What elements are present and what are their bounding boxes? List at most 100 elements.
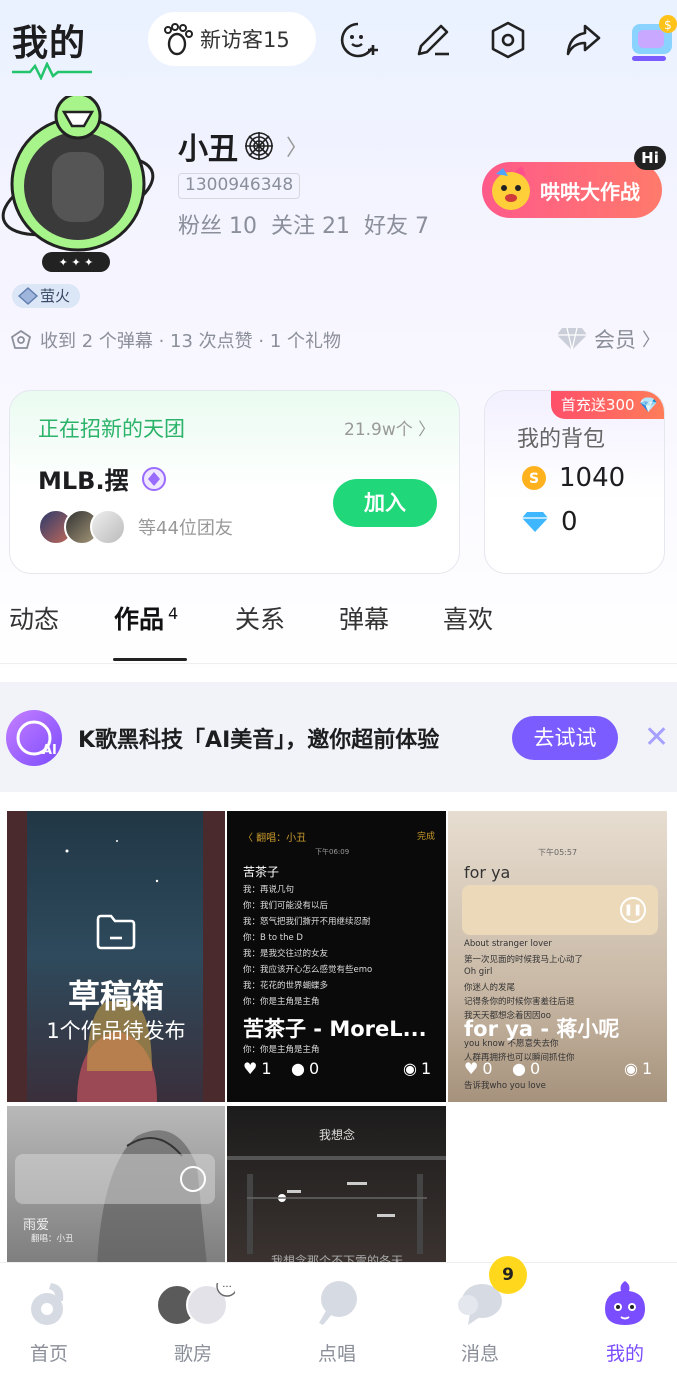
chat-add-button[interactable] bbox=[336, 18, 380, 62]
team-members-text: 等44位团友 bbox=[138, 518, 233, 539]
work-title: for ya - 蒋小呢 bbox=[464, 1017, 620, 1041]
work-tile-woxiangnian[interactable]: 我想念 我想念那个不下雪的冬天 bbox=[227, 1106, 446, 1266]
profile-stats: 粉丝 10 关注 21 好友 7 bbox=[178, 208, 429, 240]
close-banner-icon[interactable]: ✕ bbox=[644, 720, 669, 755]
work-tile-kuchazi[interactable]: 〈 翻唱：小丑 完成 下午06:09 苦茶子 我：再说几句 你：我们可能没有以后… bbox=[227, 811, 446, 1102]
tab-danmaku[interactable]: 弹幕 bbox=[339, 600, 389, 636]
team-count[interactable]: 21.9w个 〉 bbox=[344, 415, 435, 440]
tab-relations[interactable]: 关系 bbox=[235, 600, 285, 636]
nav-me-label: 我的 bbox=[605, 1343, 644, 1365]
play-icon: ◉ bbox=[403, 1059, 417, 1078]
settings-button[interactable] bbox=[486, 18, 530, 62]
like-count: ♥ 0 bbox=[464, 1059, 493, 1078]
settings-icon bbox=[491, 21, 525, 59]
nav-me[interactable]: 我的 bbox=[577, 1263, 673, 1373]
home-music-icon bbox=[31, 1283, 64, 1325]
team-recruit-card[interactable]: 正在招新的天团 21.9w个 〉 MLB.摆 加入 等44位团友 bbox=[9, 390, 460, 574]
level-badge-label: 萤火 bbox=[40, 287, 71, 305]
treasure-gem-icon: $ bbox=[632, 15, 677, 61]
new-visitors-button[interactable]: 新访客15 bbox=[148, 12, 316, 66]
lyric-line: 记得条你的时候你害羞往后退 bbox=[464, 997, 575, 1007]
team-badge-icon bbox=[141, 466, 166, 491]
profile-name-row[interactable]: 小丑 〉 bbox=[178, 124, 308, 168]
member-link[interactable]: 会员 〉 bbox=[556, 324, 660, 354]
lyric-line: About stranger lover bbox=[464, 939, 552, 949]
lyric-line: 你：我应该开心怎么感觉有些emo bbox=[243, 965, 373, 975]
fans-count[interactable]: 粉丝 10 bbox=[178, 208, 257, 240]
avatar[interactable]: ✦ ✦ ✦ bbox=[0, 92, 160, 276]
drafts-tile[interactable]: 草稿箱 1个作品待发布 bbox=[7, 811, 225, 1102]
treasure-button[interactable]: $ bbox=[630, 12, 677, 62]
nav-request-label: 点唱 bbox=[317, 1343, 356, 1365]
draft-cover-art bbox=[7, 811, 225, 1102]
lyric-header: for ya bbox=[464, 863, 511, 882]
level-badge[interactable]: 萤火 bbox=[12, 284, 81, 308]
received-summary[interactable]: 收到 2 个弹幕 · 13 次点赞 · 1 个礼物 bbox=[10, 327, 341, 353]
pause-icon: ❚❚ bbox=[620, 897, 646, 923]
edit-button[interactable] bbox=[411, 18, 455, 62]
user-id: 1300946348 bbox=[178, 173, 301, 199]
lyric-line: 你：你是主角是主角 bbox=[243, 997, 320, 1007]
tab-likes[interactable]: 喜欢 bbox=[443, 600, 493, 636]
bottom-nav: 首页 ··· 歌房 点唱 消息 我的 bbox=[0, 1262, 677, 1373]
tab-works[interactable]: 作品 4 bbox=[114, 600, 178, 636]
play-count: ◉ 1 bbox=[624, 1059, 653, 1078]
spider-web-icon bbox=[245, 132, 273, 160]
team-members[interactable]: 等44位团友 bbox=[38, 509, 233, 545]
chat-add-icon bbox=[340, 22, 378, 58]
work-tile-yuai[interactable]: 雨爱 翻唱：小丑 bbox=[7, 1106, 225, 1266]
nav-rooms[interactable]: ··· 歌房 bbox=[145, 1263, 241, 1373]
comment-count: ● 0 bbox=[291, 1059, 320, 1078]
share-button[interactable] bbox=[561, 18, 605, 62]
work-subtitle: 翻唱：小丑 bbox=[31, 1234, 74, 1244]
heart-icon: ♥ bbox=[464, 1059, 479, 1078]
folder-icon bbox=[96, 914, 136, 950]
microphone-icon bbox=[319, 1281, 357, 1325]
lyric-line: 我：花花的世界蝴蝶多 bbox=[243, 981, 329, 991]
nav-home-label: 首页 bbox=[29, 1343, 68, 1365]
like-count: ♥ 1 bbox=[243, 1059, 272, 1078]
vip-diamond-icon bbox=[557, 327, 587, 351]
nav-request[interactable]: 点唱 bbox=[289, 1263, 385, 1373]
work-title: 雨爱 bbox=[23, 1218, 50, 1233]
tab-moments[interactable]: 动态 bbox=[9, 600, 59, 636]
lyric-line: 我：怒气把我们撕开不用继续忍耐 bbox=[243, 917, 371, 927]
song-preview-card: ❚❚ bbox=[462, 885, 658, 935]
diamond-row: 0 bbox=[521, 507, 578, 537]
member-label: 会员 bbox=[594, 328, 636, 352]
work-title: 苦茶子 - MoreL... bbox=[243, 1017, 427, 1041]
try-now-button[interactable]: 去试试 bbox=[512, 716, 618, 760]
comment-icon: ● bbox=[512, 1059, 526, 1078]
ai-voice-banner[interactable]: AI K歌黑科技「AI美音」，邀你超前体验 去试试 ✕ bbox=[0, 682, 677, 792]
diamond-icon bbox=[522, 512, 548, 532]
lyric-line: Oh girl bbox=[464, 967, 493, 977]
join-team-button[interactable]: 加入 bbox=[333, 479, 437, 527]
friends-count[interactable]: 好友 7 bbox=[364, 208, 429, 240]
member-chevron-icon: 〉 bbox=[642, 330, 660, 351]
diamond-balance: 0 bbox=[561, 507, 578, 537]
team-name-row: MLB.摆 bbox=[38, 461, 167, 496]
play-icon: ◉ bbox=[624, 1059, 638, 1078]
svg-text:$: $ bbox=[664, 18, 672, 32]
coin-icon: S bbox=[522, 466, 546, 490]
lyric-line: 我：再说几句 bbox=[243, 885, 295, 895]
svg-text:✦ ✦ ✦: ✦ ✦ ✦ bbox=[59, 256, 94, 269]
coin-balance: 1040 bbox=[559, 463, 626, 493]
footprint-icon bbox=[164, 23, 193, 56]
lyric-line: 我：是我交往过的女友 bbox=[243, 949, 329, 959]
nav-messages-label: 消息 bbox=[460, 1343, 499, 1365]
lyric-header: 苦茶子 bbox=[243, 865, 280, 879]
mascot-me-icon bbox=[605, 1281, 645, 1325]
nav-home[interactable]: 首页 bbox=[1, 1263, 97, 1373]
wave-decoration-icon bbox=[12, 62, 92, 80]
svg-text:AI: AI bbox=[42, 743, 57, 758]
diamond-promo-icon: 💎 bbox=[634, 396, 658, 414]
following-count[interactable]: 关注 21 bbox=[271, 208, 350, 240]
first-recharge-promo[interactable]: 首充送300 💎 bbox=[550, 391, 664, 419]
train-cover-art bbox=[227, 1156, 446, 1254]
backpack-card[interactable]: 首充送300 💎 我的背包 S 1040 0 bbox=[484, 390, 665, 574]
lyric-line: 告诉我who you love bbox=[464, 1081, 546, 1091]
work-tile-for-ya[interactable]: 下午05:57 for ya ❚❚ About stranger lover 第… bbox=[448, 811, 667, 1102]
share-icon bbox=[566, 24, 601, 56]
rooms-avatars-icon: ··· bbox=[156, 1283, 235, 1326]
